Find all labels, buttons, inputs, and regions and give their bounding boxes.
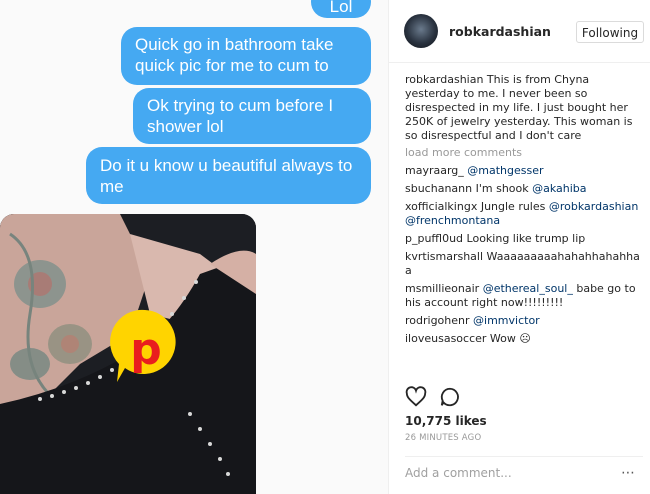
instagram-post-panel: robkardashian Following robkardashian Th…: [388, 0, 650, 494]
comment: rodrigohenr @immvictor: [405, 314, 645, 328]
heart-icon[interactable]: [405, 386, 427, 408]
load-more-comments-link[interactable]: load more comments: [405, 146, 645, 160]
comment-username[interactable]: mayraarg_: [405, 164, 464, 177]
message-bubble: Lol: [311, 0, 371, 18]
comment-username[interactable]: xofficialkingx: [405, 200, 477, 213]
comment-mention[interactable]: @frenchmontana: [405, 214, 500, 227]
comment: sbuchanann I'm shook @akahiba: [405, 182, 645, 196]
photo-illustration: p: [0, 214, 256, 494]
comment: xofficialkingx Jungle rules @robkardashi…: [405, 200, 645, 228]
message-screenshot: Lol Quick go in bathroom take quick pic …: [0, 0, 388, 494]
post-header: robkardashian Following: [389, 0, 650, 63]
comment-username[interactable]: iloveusasoccer: [405, 332, 486, 345]
comment-text: I'm shook: [472, 182, 533, 195]
message-bubble: Ok trying to cum before I shower lol: [133, 88, 371, 144]
comment-username[interactable]: p_puffl0ud: [405, 232, 463, 245]
comment: msmillieonair @ethereal_soul_ babe go to…: [405, 282, 645, 310]
message-bubble: Do it u know u beautiful always to me: [86, 147, 371, 204]
comment: kvrtismarshall Waaaaaaaaahahahhahahhaa: [405, 250, 645, 278]
post-username[interactable]: robkardashian: [449, 24, 551, 39]
comment: p_puffl0ud Looking like trump lip: [405, 232, 645, 246]
avatar[interactable]: [404, 14, 438, 48]
comment-mention[interactable]: @akahiba: [532, 182, 586, 195]
comment-username[interactable]: kvrtismarshall: [405, 250, 483, 263]
comment-mention[interactable]: @robkardashian: [549, 200, 638, 213]
following-button[interactable]: Following: [576, 21, 644, 43]
message-bubble: Quick go in bathroom take quick pic for …: [121, 27, 371, 85]
like-count[interactable]: 10,775 likes: [405, 414, 487, 428]
attached-photo: p: [0, 214, 256, 494]
comment-username[interactable]: rodrigohenr: [405, 314, 470, 327]
comment-mention[interactable]: @mathgesser: [467, 164, 543, 177]
comments-list: robkardashian This is from Chyna yesterd…: [405, 73, 645, 350]
comment-username[interactable]: sbuchanann: [405, 182, 472, 195]
comment-mention[interactable]: @ethereal_soul_: [483, 282, 573, 295]
comment-mention[interactable]: @immvictor: [473, 314, 540, 327]
post-timestamp: 26 MINUTES AGO: [405, 433, 482, 443]
comment-text: Looking like trump lip: [463, 232, 586, 245]
comment-icon[interactable]: [439, 386, 461, 408]
comment-text: Wow ☹: [486, 332, 531, 345]
svg-text:p: p: [130, 324, 162, 375]
caption-username[interactable]: robkardashian: [405, 73, 483, 86]
divider: [405, 456, 643, 457]
comment: mayraarg_ @mathgesser: [405, 164, 645, 178]
comment-text: Jungle rules: [477, 200, 549, 213]
comment: iloveusasoccer Wow ☹: [405, 332, 645, 346]
post-caption: robkardashian This is from Chyna yesterd…: [405, 73, 645, 143]
more-options-icon[interactable]: ⋯: [621, 465, 635, 481]
add-comment-input[interactable]: Add a comment...: [405, 466, 512, 480]
comment-username[interactable]: msmillieonair: [405, 282, 479, 295]
